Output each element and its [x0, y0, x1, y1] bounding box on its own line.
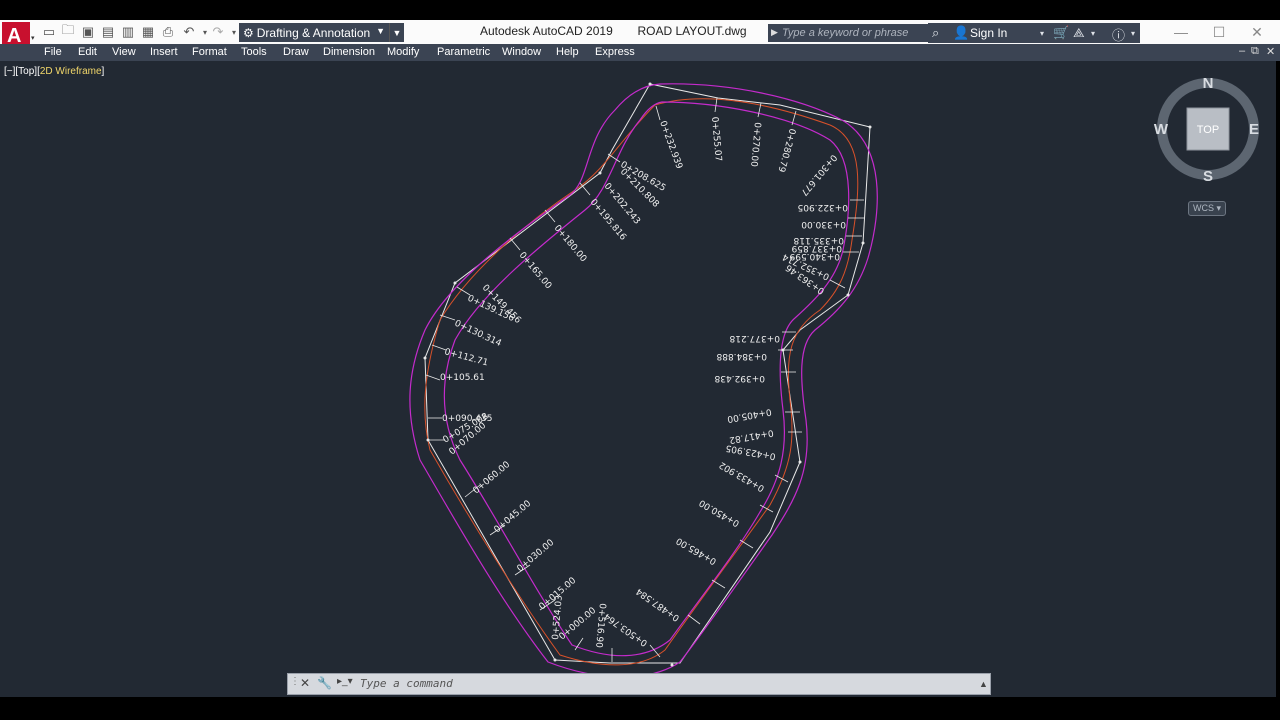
- compass-east[interactable]: E: [1249, 121, 1259, 138]
- station-label: 0+516.90: [593, 603, 607, 649]
- station-label: 0+030.00: [516, 538, 557, 575]
- station-label: 0+060.00: [472, 460, 513, 497]
- wrench-icon[interactable]: 🔧: [317, 676, 332, 690]
- station-label: 0+487.584: [634, 585, 681, 622]
- wcs-menu-button[interactable]: WCS ▾: [1188, 201, 1226, 216]
- station-label: 0+232.939: [657, 120, 684, 171]
- station-label: 0+392.438: [714, 373, 765, 383]
- station-label: 0+405.00: [726, 406, 772, 424]
- screen-bottom-strip: [0, 697, 1280, 720]
- station-label: 0+045.00: [493, 499, 534, 536]
- command-grip-icon[interactable]: ⋮: [290, 676, 300, 687]
- station-label: 0+105.61: [440, 373, 485, 383]
- station-label: 0+433.902: [718, 459, 767, 493]
- road-inner-edge: [424, 83, 871, 664]
- station-label: 0+255.07: [709, 116, 723, 161]
- compass-south[interactable]: S: [1203, 168, 1213, 185]
- station-label: 0+423.905: [725, 442, 776, 461]
- viewcube-face-label: TOP: [1197, 124, 1219, 136]
- station-label: 0+280.79: [775, 127, 796, 173]
- station-label: 0+180.00: [552, 224, 589, 265]
- station-label: 0+377.218: [729, 333, 780, 343]
- compass-west[interactable]: W: [1154, 121, 1169, 138]
- station-label: 0+322.905: [798, 202, 848, 212]
- station-label: 0+090.435: [442, 414, 492, 424]
- command-input[interactable]: Type a command: [360, 677, 960, 690]
- station-label: 0+130.314: [453, 319, 503, 350]
- command-close-icon[interactable]: ✕: [300, 676, 310, 690]
- compass-north[interactable]: N: [1203, 75, 1214, 92]
- station-label: 0+417.82: [728, 427, 774, 445]
- station-label: 0+000.00: [558, 606, 599, 643]
- station-label: 0+503.764: [602, 610, 649, 647]
- station-label: 0+330.00: [801, 219, 846, 229]
- station-label: 0+270.00: [748, 122, 762, 168]
- viewcube[interactable]: TOP N S E W: [1150, 70, 1270, 190]
- station-label: 0+465.00: [675, 535, 719, 566]
- recent-commands-icon[interactable]: ▸_▾: [337, 676, 353, 687]
- station-label: 0+450.00: [698, 497, 742, 528]
- station-label: 0+301.677: [798, 152, 838, 197]
- station-label: 0+384.888: [716, 351, 767, 361]
- command-history-icon[interactable]: ▲: [979, 679, 988, 689]
- station-label: 0+165.00: [517, 251, 554, 292]
- road-layout-drawing: 0+000.00 0+015.00 0+030.00 0+045.00 0+06…: [409, 82, 878, 678]
- station-label: 0+112.71: [443, 347, 489, 368]
